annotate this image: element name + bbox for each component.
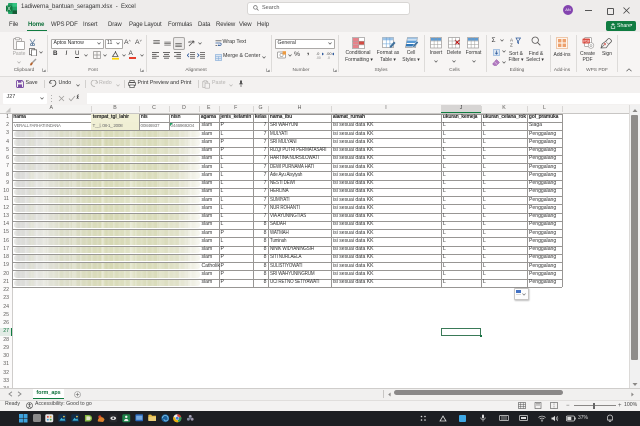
- svg-text:PDF: PDF: [583, 39, 590, 43]
- svg-text:.0: .0: [327, 56, 330, 59]
- svg-text:.00: .00: [316, 56, 321, 59]
- svg-text:ab: ab: [188, 39, 193, 44]
- svg-text:X: X: [7, 6, 11, 12]
- svg-text:Z: Z: [510, 42, 513, 47]
